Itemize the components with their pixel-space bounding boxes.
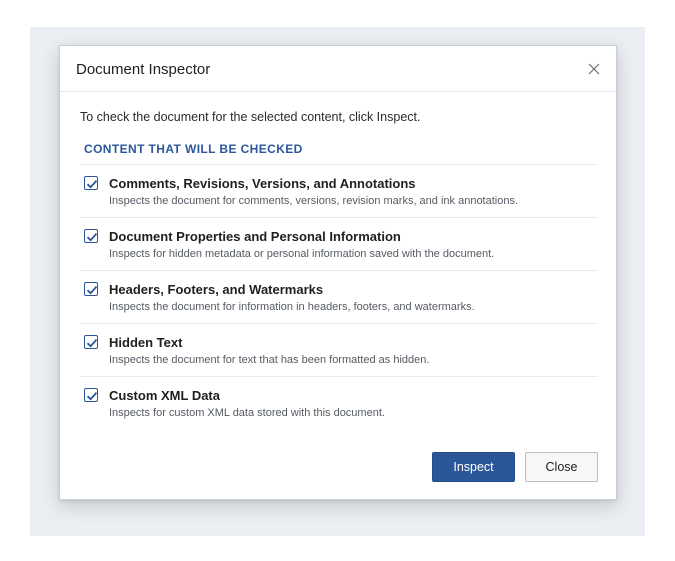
dialog-title: Document Inspector — [76, 61, 211, 78]
item-description: Inspects for custom XML data stored with… — [109, 407, 385, 419]
checkmark-icon — [86, 391, 97, 400]
comments-checkbox[interactable] — [84, 176, 98, 190]
section-heading: CONTENT THAT WILL BE CHECKED — [84, 142, 303, 156]
item-description: Inspects the document for information in… — [109, 301, 475, 313]
checkmark-icon — [86, 285, 97, 294]
item-title: Comments, Revisions, Versions, and Annot… — [109, 176, 416, 191]
inspect-button[interactable]: Inspect — [432, 452, 515, 482]
inspection-list: Comments, Revisions, Versions, and Annot… — [80, 164, 598, 429]
properties-checkbox[interactable] — [84, 229, 98, 243]
checkmark-icon — [86, 338, 97, 347]
item-title: Headers, Footers, and Watermarks — [109, 282, 324, 297]
checkmark-icon — [86, 232, 97, 241]
close-button[interactable]: Close — [525, 452, 598, 482]
document-inspector-dialog: Document Inspector To check the document… — [59, 45, 617, 500]
item-description: Inspects the document for text that has … — [109, 354, 430, 366]
headers-checkbox[interactable] — [84, 282, 98, 296]
dialog-titlebar: Document Inspector — [60, 46, 616, 92]
instruction-text: To check the document for the selected c… — [80, 110, 421, 124]
item-description: Inspects for hidden metadata or personal… — [109, 248, 495, 260]
close-icon[interactable] — [584, 59, 604, 79]
hidden-text-checkbox[interactable] — [84, 335, 98, 349]
item-description: Inspects the document for comments, vers… — [109, 195, 519, 207]
inspection-item-hidden-text: Hidden Text Inspects the document for te… — [80, 323, 598, 376]
inspection-item-custom-xml: Custom XML Data Inspects for custom XML … — [80, 376, 598, 429]
item-title: Document Properties and Personal Informa… — [109, 229, 401, 244]
inspection-item-comments: Comments, Revisions, Versions, and Annot… — [80, 164, 598, 217]
custom-xml-checkbox[interactable] — [84, 388, 98, 402]
item-title: Hidden Text — [109, 335, 183, 350]
checkmark-icon — [86, 179, 97, 188]
item-title: Custom XML Data — [109, 388, 220, 403]
inspection-item-headers: Headers, Footers, and Watermarks Inspect… — [80, 270, 598, 323]
inspection-item-properties: Document Properties and Personal Informa… — [80, 217, 598, 270]
